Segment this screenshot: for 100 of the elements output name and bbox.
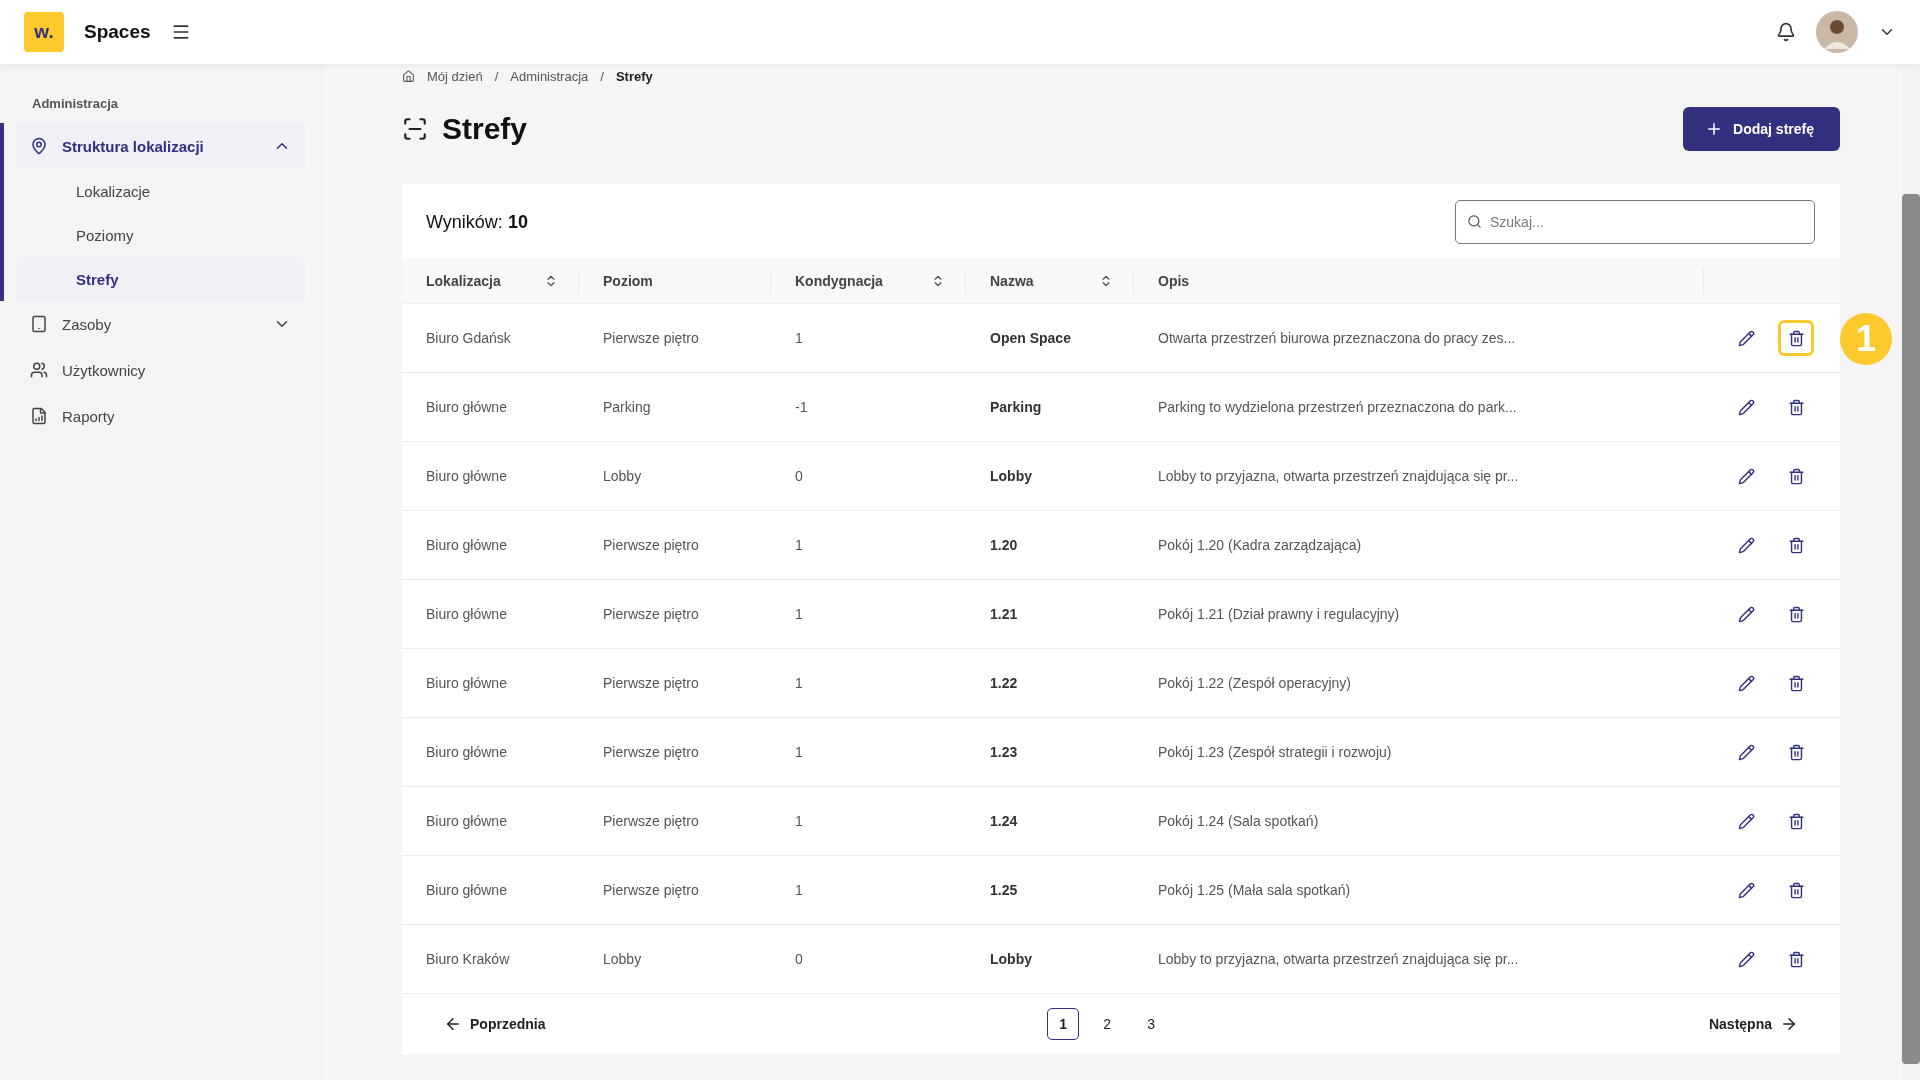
add-zone-button[interactable]: Dodaj strefę	[1683, 107, 1840, 151]
table-cell-text: 1.21	[989, 606, 1019, 622]
sidebar-item[interactable]: Struktura lokalizacji	[16, 123, 305, 169]
table-cell-text: 1	[794, 606, 804, 622]
table-cell-text: 1	[794, 813, 804, 829]
table-cell-text: 1	[794, 537, 804, 553]
trash-icon	[1787, 674, 1805, 692]
table-cell-text: Pierwsze piętro	[602, 744, 700, 760]
sidebar-item[interactable]: Zasoby	[16, 301, 305, 347]
notifications-button[interactable]	[1776, 22, 1796, 42]
table-cell-text: 0	[794, 468, 804, 484]
table-cell-text: 1	[794, 330, 804, 346]
zone-icon	[402, 116, 428, 142]
table-cell-text: Biuro Gdańsk	[425, 330, 512, 346]
trash-icon	[1787, 398, 1805, 416]
document-chart-icon	[30, 407, 48, 425]
home-icon	[402, 69, 415, 83]
table-cell-text: Pokój 1.21 (Dział prawny i regulacyjny)	[1157, 606, 1401, 622]
sidebar-item[interactable]: Użytkownicy	[16, 347, 305, 393]
table-cell-text: 1.22	[989, 675, 1019, 691]
table-cell-text: 1	[794, 675, 804, 691]
trash-icon	[1787, 812, 1805, 830]
trash-icon	[1787, 743, 1805, 761]
table-cell-text: Pokój 1.22 (Zespół operacyjny)	[1157, 675, 1352, 691]
table-cell-text: 1.25	[989, 882, 1019, 898]
column-header[interactable]: Nazwa	[990, 272, 1034, 289]
table-cell-text: Pierwsze piętro	[602, 813, 700, 829]
column-header[interactable]: Kondygnacja	[795, 272, 883, 289]
delete-button[interactable]	[1778, 320, 1814, 356]
pencil-icon	[1737, 812, 1755, 830]
table-cell-text: Lobby	[602, 468, 643, 484]
breadcrumb-link[interactable]: Mój dzień	[427, 68, 483, 84]
map-pin-icon	[30, 137, 48, 155]
table-cell-text: Biuro główne	[425, 468, 508, 484]
table-cell-text: Lobby	[989, 951, 1033, 967]
table-cell-text: 0	[794, 951, 804, 967]
previous-page-button[interactable]: Poprzednia	[444, 1015, 546, 1033]
callout-badge: 1	[1840, 313, 1892, 365]
trash-icon	[1787, 467, 1805, 485]
trash-icon	[1787, 329, 1805, 347]
table-cell-text: Pierwsze piętro	[602, 537, 700, 553]
table-cell-text: 1.24	[989, 813, 1019, 829]
table-cell-text: Open Space	[989, 330, 1072, 346]
trash-icon	[1787, 605, 1805, 623]
device-icon	[30, 315, 48, 333]
pencil-icon	[1737, 950, 1755, 968]
column-header[interactable]: Lokalizacja	[426, 272, 501, 289]
app-name: Spaces	[84, 21, 151, 43]
table-cell-text: Pokój 1.23 (Zespół strategii i rozwoju)	[1157, 744, 1393, 760]
breadcrumb-separator: /	[600, 68, 604, 84]
column-header: Poziom	[603, 272, 653, 289]
search-field[interactable]: Szukaj...	[1455, 200, 1815, 244]
breadcrumb-link[interactable]: Strefy	[615, 68, 653, 84]
trash-icon	[1787, 536, 1805, 554]
app-logo[interactable]: w.	[24, 12, 64, 52]
table-cell-text: Lobby to przyjazna, otwarta przestrzeń znajdująca się pr...	[1157, 468, 1520, 484]
sidebar-subitem[interactable]: Poziomy	[16, 213, 305, 257]
results-count: Wyników: 10	[426, 211, 528, 233]
table-cell-text: Lobby	[989, 468, 1033, 484]
sidebar-subitem[interactable]: Lokalizacje	[16, 169, 305, 213]
scrollbar[interactable]	[1902, 194, 1920, 1064]
table-cell-text: Biuro główne	[425, 675, 508, 691]
pencil-icon	[1737, 467, 1755, 485]
table-cell-text: Parking	[989, 399, 1043, 415]
column-header: Opis	[1158, 272, 1190, 289]
pencil-icon	[1737, 398, 1755, 416]
next-page-button[interactable]: Następna	[1708, 1015, 1798, 1033]
table-cell-text: Biuro główne	[425, 537, 508, 553]
sidebar-section-title: Administracja	[31, 96, 119, 111]
table-cell-text: -1	[794, 399, 809, 415]
table-cell-text: Pokój 1.24 (Sala spotkań)	[1157, 813, 1320, 829]
pencil-icon	[1737, 743, 1755, 761]
page-title: Strefy	[442, 112, 529, 146]
table-cell-text: 1.20	[989, 537, 1019, 553]
breadcrumb-link[interactable]: Administracja	[510, 68, 589, 84]
table-cell-text: Otwarta przestrzeń biurowa przeznaczona do pracy zes...	[1157, 330, 1517, 346]
table-cell-text: Biuro główne	[425, 882, 508, 898]
pencil-icon	[1737, 605, 1755, 623]
table-cell-text: Parking	[602, 399, 652, 415]
page-button[interactable]: 1	[1047, 1008, 1080, 1040]
table-cell-text: Pierwsze piętro	[602, 606, 700, 622]
search-icon	[1467, 214, 1482, 229]
table-cell-text: Lobby to przyjazna, otwarta przestrzeń znajdująca się pr...	[1157, 951, 1520, 967]
pencil-icon	[1737, 881, 1755, 899]
pencil-icon	[1737, 536, 1755, 554]
table-cell-text: Pierwsze piętro	[602, 882, 700, 898]
table-cell-text: Pokój 1.25 (Mała sala spotkań)	[1157, 882, 1352, 898]
table-cell-text: 1.23	[989, 744, 1019, 760]
table-cell-text: Pokój 1.20 (Kadra zarządzająca)	[1157, 537, 1363, 553]
breadcrumb-separator: /	[494, 68, 499, 84]
trash-icon	[1787, 881, 1805, 899]
user-avatar[interactable]	[1816, 11, 1858, 53]
table-cell-text: Biuro Kraków	[425, 951, 511, 967]
sidebar-item[interactable]: Raporty	[16, 393, 305, 439]
table-cell-text: Pierwsze piętro	[602, 675, 700, 691]
table-cell-text: 1	[794, 744, 804, 760]
sidebar-subitem[interactable]: Strefy	[16, 257, 305, 301]
table-cell-text: Parking to wydzielona przestrzeń przeznaczona do park...	[1157, 399, 1518, 415]
table-cell-text: 1	[794, 882, 804, 898]
table-cell-text: Pierwsze piętro	[602, 330, 700, 346]
